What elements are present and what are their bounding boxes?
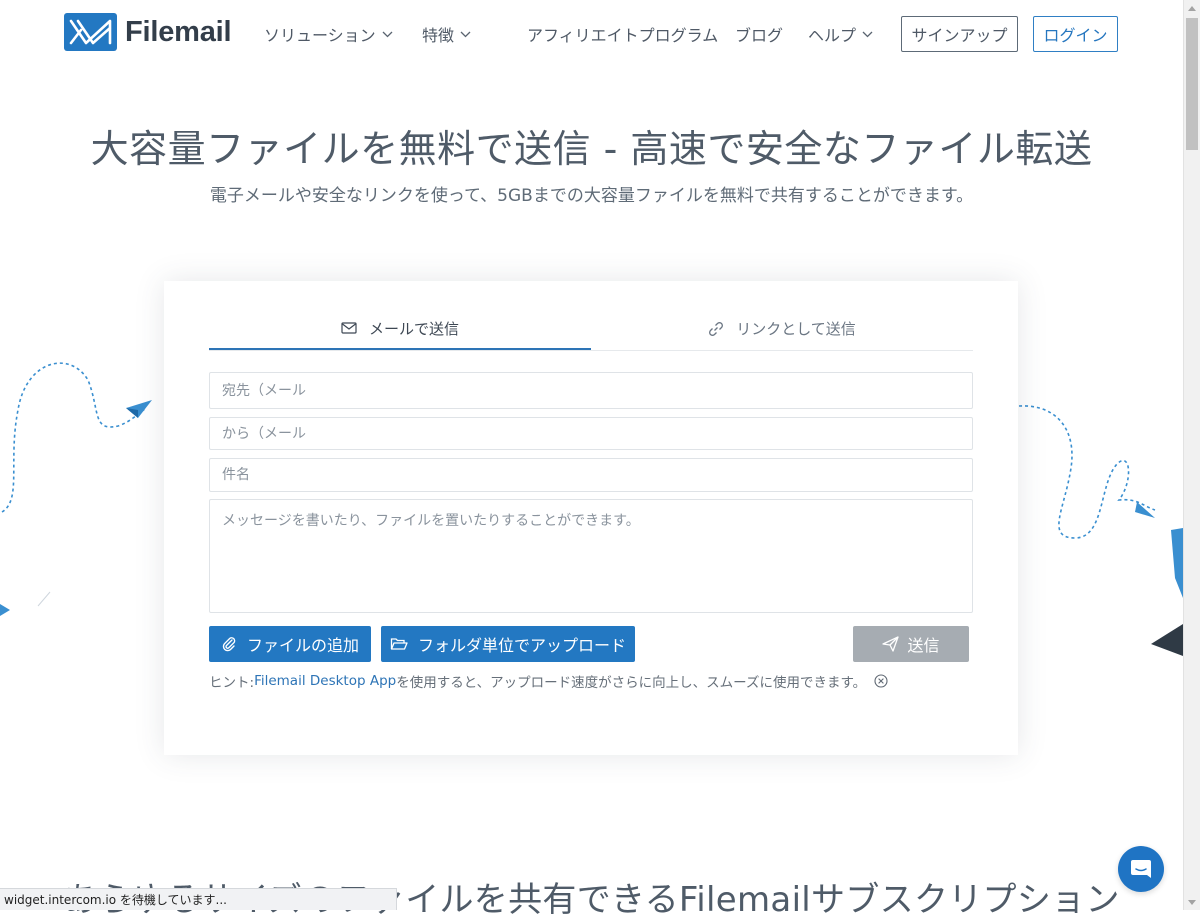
link-icon [709, 321, 724, 336]
send-label: 送信 [907, 636, 940, 655]
tab-send-by-email-label: メールで送信 [368, 319, 459, 338]
to-email-input[interactable] [209, 372, 973, 409]
hint-suffix: を使用すると、アップロード速度がさらに向上し、スムーズに使用できます。 [396, 675, 867, 691]
browser-status-bar: widget.intercom.io を待機しています... [0, 888, 397, 910]
from-email-input[interactable] [209, 417, 973, 450]
message-textarea[interactable] [209, 499, 973, 613]
paper-plane-left-decoration [1, 362, 152, 513]
nav-affiliate[interactable]: アフィリエイトプログラム [527, 22, 718, 46]
upload-card: メールで送信 リンクとして送信 ファイルの追加 フォルダ単位でアップロード [164, 281, 1018, 755]
send-mode-tabs: メールで送信 リンクとして送信 [209, 308, 973, 351]
paperclip-icon [222, 637, 236, 652]
close-circle-icon[interactable] [874, 674, 888, 688]
nav-help-label: ヘルプ [808, 26, 857, 45]
tab-send-as-link[interactable]: リンクとして送信 [591, 308, 973, 349]
nav-solutions-label: ソリューション [264, 26, 376, 45]
filemail-logo-icon [64, 13, 117, 51]
nav-help[interactable]: ヘルプ [808, 22, 873, 46]
envelope-icon [341, 322, 357, 334]
upload-folder-button[interactable]: フォルダ単位でアップロード [381, 626, 635, 662]
page-title: 大容量ファイルを無料で送信 - 高速で安全なファイル転送 [90, 127, 1093, 171]
nav-blog[interactable]: ブログ [735, 22, 783, 46]
nav-features-label: 特徴 [422, 26, 455, 45]
chevron-down-icon [382, 31, 393, 37]
send-button[interactable]: 送信 [853, 626, 969, 662]
logo-text: Filemail [125, 15, 232, 48]
chat-icon [1131, 860, 1151, 878]
desktop-app-link[interactable]: Filemail Desktop App [254, 673, 396, 689]
paper-plane-small-left-decoration [0, 591, 51, 616]
add-files-label: ファイルの追加 [246, 636, 359, 655]
tab-send-as-link-label: リンクとして送信 [736, 320, 856, 338]
vertical-scrollbar[interactable] [1183, 0, 1200, 910]
logo[interactable]: Filemail [64, 13, 232, 51]
chevron-down-icon [460, 31, 471, 37]
nav-features[interactable]: 特徴 [422, 22, 471, 46]
nav-blog-label: ブログ [735, 26, 784, 45]
nav-affiliate-label: アフィリエイトプログラム [527, 26, 719, 45]
page-subtitle: 電子メールや安全なリンクを使って、5GBまでの大容量ファイルを無料で共有すること… [209, 186, 974, 206]
scrollbar-thumb[interactable] [1186, 18, 1198, 150]
upload-folder-label: フォルダ単位でアップロード [417, 636, 626, 655]
folder-open-icon [390, 638, 408, 650]
tab-send-by-email[interactable]: メールで送信 [209, 308, 591, 350]
nav-solutions[interactable]: ソリューション [264, 22, 393, 46]
paper-plane-right-decoration [1018, 405, 1183, 656]
hint-prefix: ヒント: [209, 675, 255, 691]
subject-input[interactable] [209, 458, 973, 492]
signup-button[interactable]: サインアップ [901, 16, 1018, 52]
scroll-up-arrow-icon[interactable] [1184, 0, 1200, 16]
add-files-button[interactable]: ファイルの追加 [209, 626, 371, 662]
desktop-app-hint: ヒント: Filemail Desktop App を使用すると、アップロード速… [209, 671, 888, 691]
scroll-down-arrow-icon[interactable] [1184, 894, 1200, 910]
chevron-down-icon [862, 31, 873, 37]
site-header: Filemail ソリューション 特徴 アフィリエイトプログラム ブログ ヘルプ… [0, 0, 1183, 68]
intercom-chat-button[interactable] [1118, 846, 1164, 892]
paper-plane-icon [882, 636, 900, 652]
login-button[interactable]: ログイン [1033, 16, 1118, 52]
